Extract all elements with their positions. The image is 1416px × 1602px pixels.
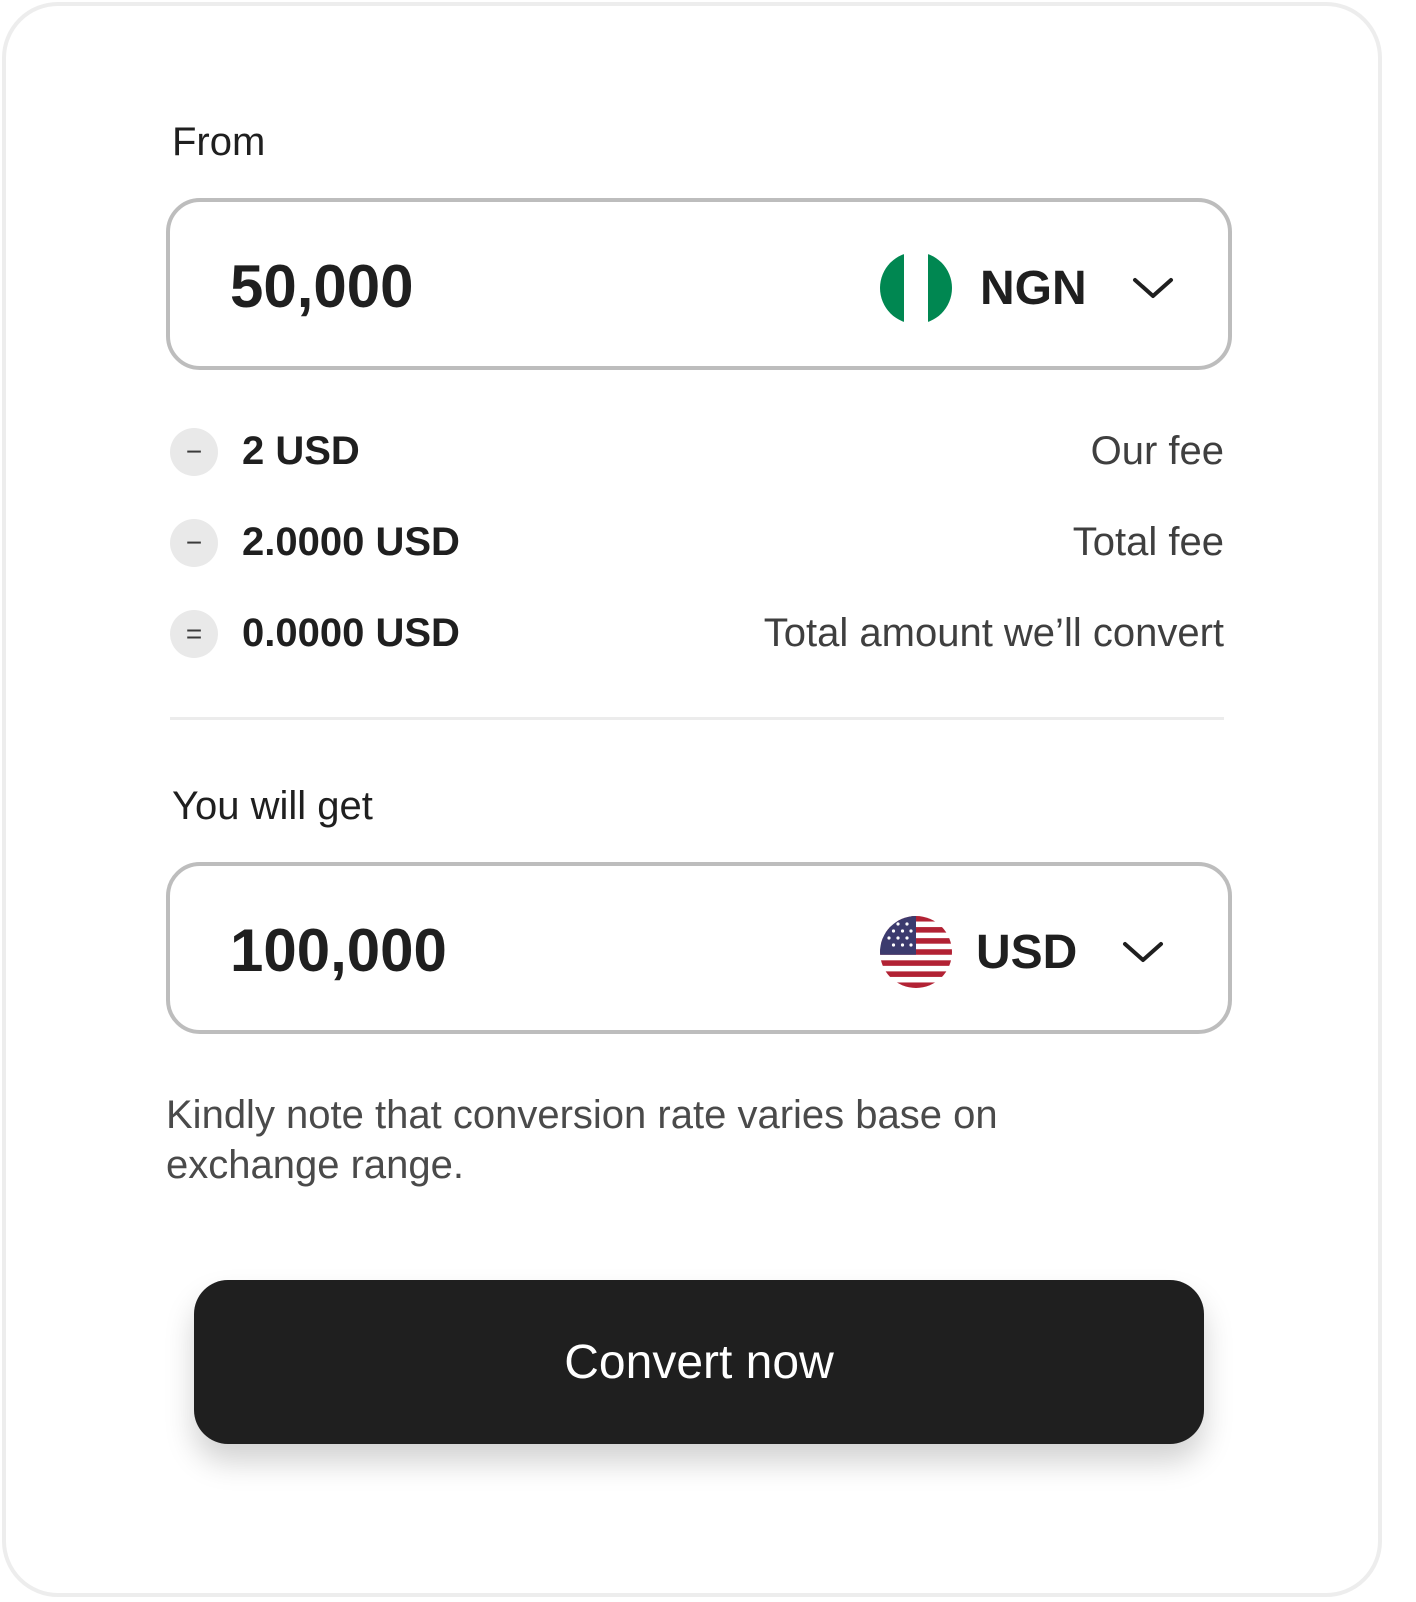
from-amount-input[interactable]: [230, 244, 790, 328]
fee-row-total-fee: − 2.0000 USD Total fee: [170, 517, 1224, 567]
to-currency-code: USD: [976, 925, 1078, 979]
to-label: You will get: [172, 784, 373, 828]
convert-now-button[interactable]: Convert now: [194, 1280, 1204, 1444]
fee-description: Our fee: [1090, 429, 1224, 473]
converter-card: From NGN − 2 USD Our fee − 2.0000 USD To…: [2, 2, 1382, 1597]
conversion-note: Kindly note that conversion rate varies …: [166, 1093, 998, 1187]
minus-icon: −: [170, 428, 218, 476]
to-amount-field[interactable]: USD: [166, 862, 1232, 1034]
nigeria-flag-icon: [880, 252, 952, 324]
from-label: From: [172, 120, 266, 164]
chevron-down-icon: [1123, 942, 1164, 962]
usa-flag-icon: [880, 916, 952, 988]
from-currency-select[interactable]: NGN: [880, 250, 1175, 326]
to-amount-input[interactable]: [230, 908, 790, 992]
minus-icon: −: [170, 519, 218, 567]
from-currency-code: NGN: [980, 261, 1087, 315]
fee-description: Total fee: [1072, 520, 1224, 564]
to-currency-select[interactable]: USD: [880, 914, 1165, 990]
chevron-down-icon: [1132, 278, 1173, 298]
fee-value: 2 USD: [242, 429, 360, 473]
divider: [170, 717, 1224, 720]
equals-icon: =: [170, 610, 218, 658]
fee-value: 2.0000 USD: [242, 520, 460, 564]
fee-row-our-fee: − 2 USD Our fee: [170, 426, 1224, 476]
fee-description: Total amount we’ll convert: [763, 611, 1224, 655]
from-amount-field[interactable]: NGN: [166, 198, 1232, 370]
fee-value: 0.0000 USD: [242, 611, 460, 655]
fee-row-total-convert: = 0.0000 USD Total amount we’ll convert: [170, 608, 1224, 658]
